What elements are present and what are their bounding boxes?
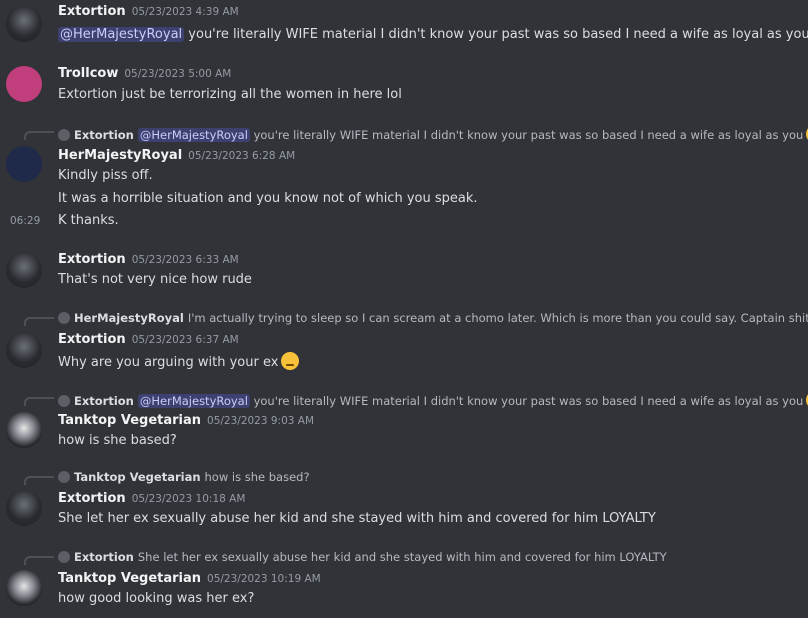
message-header: Extortion 05/23/2023 6:37 AM: [58, 332, 239, 347]
message-header: Tanktop Vegetarian 05/23/2023 10:19 AM: [58, 571, 321, 586]
avatar[interactable]: [6, 252, 42, 288]
reply-text: you're literally WIFE material I didn't …: [253, 394, 804, 408]
hover-timestamp: 06:29: [10, 215, 41, 227]
message-header: Extortion 05/23/2023 4:39 AM: [58, 4, 239, 19]
reply-author: Extortion: [74, 394, 134, 408]
reply-connector: [24, 397, 54, 406]
reply-avatar-icon: [58, 471, 70, 483]
message-content: @HerMajestyRoyal you're literally WIFE m…: [58, 24, 808, 42]
reply-preview[interactable]: HerMajestyRoyal I'm actually trying to sl…: [58, 311, 808, 325]
message-text: Why are you arguing with your ex: [58, 355, 279, 370]
timestamp: 05/23/2023 5:00 AM: [124, 68, 232, 80]
timestamp: 05/23/2023 10:18 AM: [131, 493, 246, 505]
message-text: Kindly piss off.: [58, 168, 153, 183]
timestamp: 05/23/2023 9:03 AM: [207, 415, 315, 427]
author-name[interactable]: Extortion: [58, 4, 126, 19]
avatar[interactable]: [6, 6, 42, 42]
timestamp: 05/23/2023 10:19 AM: [207, 573, 321, 585]
reply-author: Extortion: [74, 128, 134, 142]
message-header: HerMajestyRoyal 05/23/2023 6:28 AM: [58, 148, 295, 163]
reply-text: you're literally WIFE material I didn't …: [253, 128, 804, 142]
avatar[interactable]: [6, 332, 42, 368]
avatar[interactable]: [6, 490, 42, 526]
author-name[interactable]: Extortion: [58, 252, 126, 267]
message-header: Extortion 05/23/2023 6:33 AM: [58, 252, 239, 267]
reply-text: how is she based?: [204, 470, 310, 484]
reply-preview[interactable]: Extortion She let her ex sexually abuse h…: [58, 550, 667, 564]
user-mention[interactable]: @HerMajestyRoyal: [58, 27, 185, 42]
author-name[interactable]: Extortion: [58, 491, 126, 506]
timestamp: 05/23/2023 4:39 AM: [131, 6, 239, 18]
reply-author: Tanktop Vegetarian: [74, 470, 201, 484]
message-text: how good looking was her ex?: [58, 591, 255, 606]
message-content: Why are you arguing with your ex: [58, 352, 300, 370]
timestamp: 05/23/2023 6:28 AM: [188, 150, 296, 162]
reply-author: HerMajestyRoyal: [74, 311, 184, 325]
reply-preview[interactable]: Extortion @HerMajestyRoyal you're literal…: [58, 125, 808, 143]
relieved-emoji-icon: [281, 352, 300, 370]
reply-mention: @HerMajestyRoyal: [137, 394, 250, 408]
timestamp: 05/23/2023 6:37 AM: [131, 334, 239, 346]
message-text: She let her ex sexually abuse her kid an…: [58, 511, 656, 526]
reply-text: She let her ex sexually abuse her kid an…: [137, 550, 667, 564]
avatar[interactable]: [6, 570, 42, 606]
message-text: Extortion just be terrorizing all the wo…: [58, 87, 402, 102]
author-name[interactable]: Trollcow: [58, 66, 118, 81]
message-text: how is she based?: [58, 433, 177, 448]
reply-connector: [24, 476, 54, 485]
reply-preview[interactable]: Extortion @HerMajestyRoyal you're literal…: [58, 391, 808, 409]
avatar[interactable]: [6, 66, 42, 102]
avatar[interactable]: [6, 412, 42, 448]
author-name[interactable]: Tanktop Vegetarian: [58, 571, 201, 586]
message-text: It was a horrible situation and you know…: [58, 191, 478, 206]
reply-text: I'm actually trying to sleep so I can sc…: [187, 311, 808, 325]
message-text: That's not very nice how rude: [58, 272, 252, 287]
message-header: Trollcow 05/23/2023 5:00 AM: [58, 66, 231, 81]
message-text: K thanks.: [58, 213, 119, 228]
author-name[interactable]: Tanktop Vegetarian: [58, 413, 201, 428]
reply-preview[interactable]: Tanktop Vegetarian how is she based?: [58, 470, 310, 484]
reply-connector: [24, 131, 54, 140]
reply-mention: @HerMajestyRoyal: [137, 128, 250, 142]
reply-avatar-icon: [58, 395, 70, 407]
author-name[interactable]: Extortion: [58, 332, 126, 347]
author-name[interactable]: HerMajestyRoyal: [58, 148, 182, 163]
reply-connector: [24, 317, 54, 326]
reply-avatar-icon: [58, 312, 70, 324]
timestamp: 05/23/2023 6:33 AM: [131, 254, 239, 266]
reply-author: Extortion: [74, 550, 134, 564]
reply-avatar-icon: [58, 129, 70, 141]
message-text: you're literally WIFE material I didn't …: [188, 27, 808, 42]
message-header: Tanktop Vegetarian 05/23/2023 9:03 AM: [58, 413, 314, 428]
message-header: Extortion 05/23/2023 10:18 AM: [58, 491, 245, 506]
reply-avatar-icon: [58, 551, 70, 563]
avatar[interactable]: [6, 146, 42, 182]
reply-connector: [24, 556, 54, 565]
